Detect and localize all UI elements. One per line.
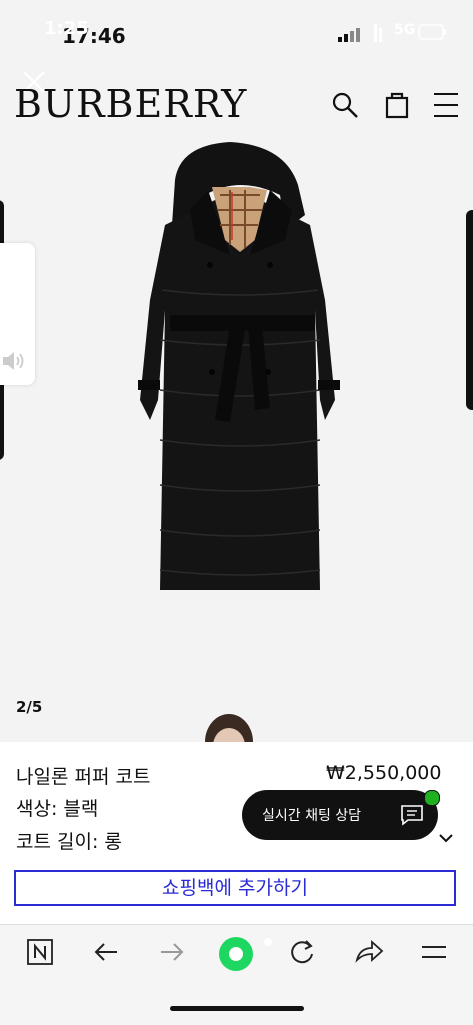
network-label: 5G [394,22,416,38]
product-image[interactable] [120,140,360,610]
wifi-icon [374,24,382,42]
status-time-overlay: 1:25 [44,18,89,39]
back-arrow-icon[interactable] [92,938,120,966]
green-home-icon[interactable] [218,934,276,974]
menu-icon[interactable] [420,938,448,966]
naver-icon[interactable] [26,938,54,966]
home-indicator [170,1006,304,1011]
product-price: ₩2,550,000 [326,762,442,784]
live-chat-button[interactable]: 실시간 채팅 상담 [242,790,438,840]
product-color: 색상: 블랙 [16,798,99,820]
forward-arrow-icon[interactable] [158,938,186,966]
product-length: 코트 길이: 롱 [16,831,122,853]
chat-icon [401,805,423,826]
right-edge-decoration [466,210,473,410]
brand-logo[interactable]: BURBERRY [14,82,247,126]
next-image-preview[interactable] [200,712,258,742]
menu-icon[interactable] [432,92,460,118]
add-to-bag-button[interactable]: 쇼핑백에 추가하기 [14,870,456,906]
share-icon[interactable] [354,938,384,966]
product-name: 나일론 퍼퍼 코트 [16,766,151,788]
search-icon[interactable] [330,90,360,120]
shopping-bag-icon[interactable] [384,90,410,120]
image-counter: 2/5 [16,698,43,716]
signal-icon [338,28,360,42]
live-chat-label: 실시간 채팅 상담 [262,808,362,824]
chevron-down-icon[interactable] [438,832,454,844]
reload-icon[interactable] [288,938,316,966]
speaker-icon [3,352,24,370]
online-status-dot [424,790,440,806]
side-sound-tab[interactable] [0,243,35,385]
battery-icon [418,24,446,40]
